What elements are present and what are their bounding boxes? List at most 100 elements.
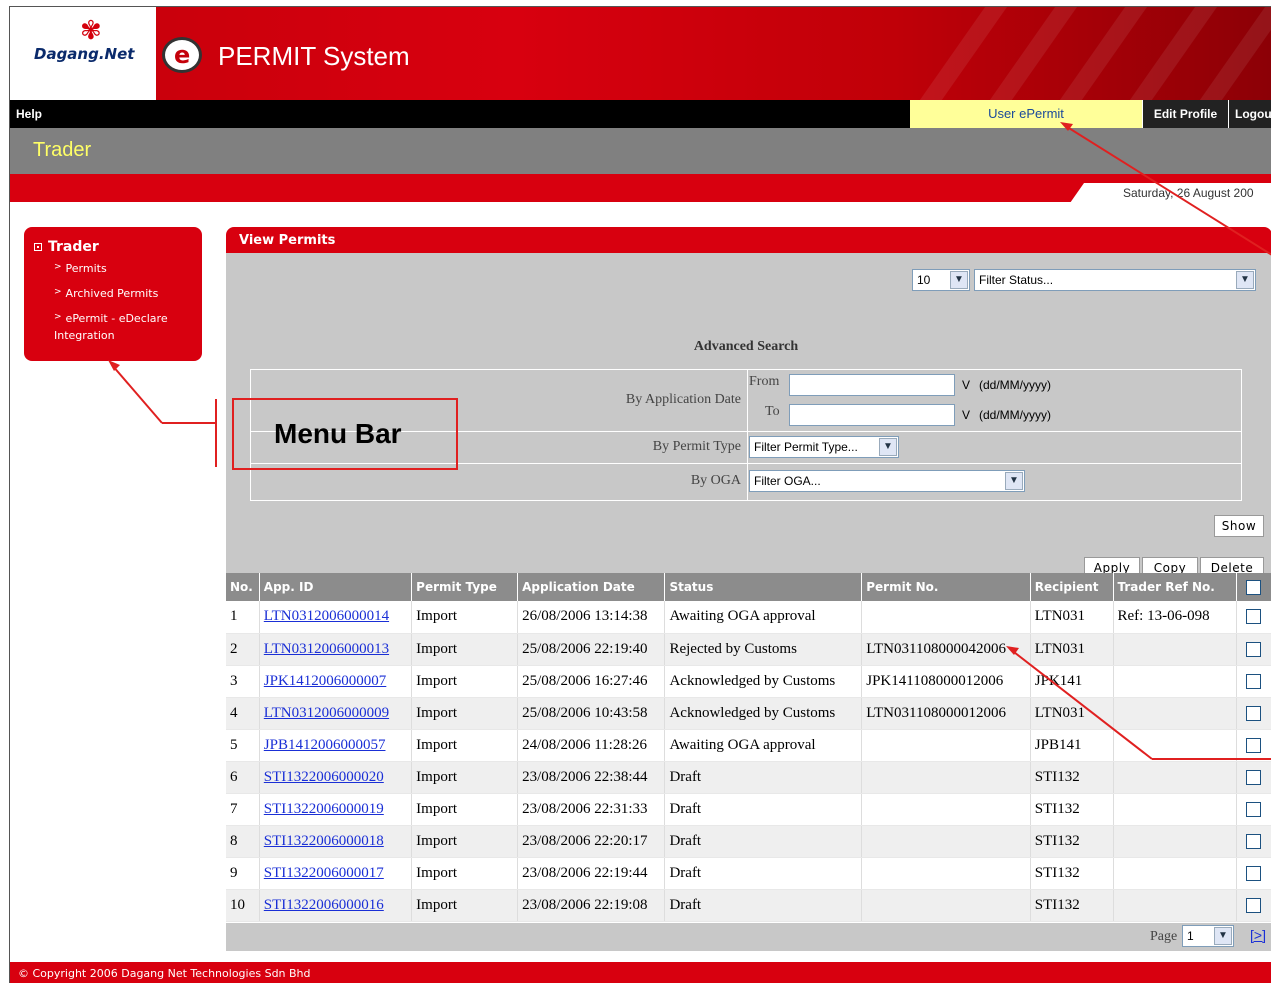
- status-cell: Awaiting OGA approval: [664, 729, 863, 762]
- row-checkbox[interactable]: [1246, 673, 1262, 689]
- row-checkbox[interactable]: [1246, 609, 1262, 625]
- row-checkbox[interactable]: [1246, 865, 1262, 881]
- column-header[interactable]: App. ID: [259, 573, 413, 601]
- app-id-link[interactable]: LTN0312006000009: [259, 697, 413, 730]
- top-nav-bar: Help User ePermit Edit Profile Logou: [10, 100, 1271, 128]
- row-checkbox[interactable]: [1246, 737, 1262, 753]
- app-id-link[interactable]: STI1322006000017: [259, 857, 413, 890]
- trader-ref-cell: [1113, 825, 1237, 858]
- copyright-text: © Copyright 2006 Dagang Net Technologies…: [18, 967, 311, 980]
- logout-link[interactable]: Logou: [1228, 100, 1271, 128]
- permit-no-cell: [861, 793, 1031, 826]
- panel-title: View Permits: [239, 233, 336, 248]
- from-date-input[interactable]: [789, 374, 955, 396]
- panel-header: View Permits: [226, 227, 1271, 253]
- select-all-header: [1236, 573, 1271, 601]
- e-logo-icon: e: [162, 37, 202, 73]
- row-select-cell: [1236, 665, 1271, 698]
- filter-status-select[interactable]: Filter Status... ▼: [974, 269, 1256, 291]
- row-checkbox[interactable]: [1246, 641, 1262, 657]
- row-checkbox[interactable]: [1246, 833, 1262, 849]
- app-id-link[interactable]: STI1322006000019: [259, 793, 413, 826]
- permit-type-cell: Import: [411, 697, 519, 730]
- app-id-link[interactable]: STI1322006000016: [259, 889, 413, 922]
- column-header[interactable]: Permit No.: [861, 573, 1031, 601]
- column-header[interactable]: Trader Ref No.: [1113, 573, 1237, 601]
- application-date-cell: 25/08/2006 22:19:40: [517, 633, 666, 666]
- advanced-search-title: Advanced Search: [693, 339, 799, 354]
- permit-no-cell: JPK141108000012006: [861, 665, 1031, 698]
- select-all-checkbox[interactable]: [1246, 579, 1262, 595]
- from-date-format: (dd/MM/yyyy): [979, 378, 1051, 392]
- app-id-link[interactable]: LTN0312006000013: [259, 633, 413, 666]
- trader-ref-cell: [1113, 729, 1237, 762]
- sidebar-item-epermit-edeclare[interactable]: > ePermit - eDeclare Integration: [54, 311, 192, 344]
- oga-select[interactable]: Filter OGA... ▼: [749, 470, 1025, 492]
- dropdown-arrow-icon: ▼: [879, 438, 897, 456]
- row-number: 9: [226, 857, 260, 890]
- by-oga-label: By OGA: [690, 473, 741, 488]
- edit-profile-link[interactable]: Edit Profile: [1142, 100, 1228, 128]
- by-application-date-label: By Application Date: [625, 392, 741, 407]
- permit-type-cell: Import: [411, 601, 519, 634]
- next-page-link[interactable]: [>]: [1250, 927, 1266, 943]
- dropdown-arrow-icon: ▼: [1005, 472, 1023, 490]
- to-date-input[interactable]: [789, 404, 955, 426]
- recipient-cell: STI132: [1030, 825, 1114, 858]
- permit-type-cell: Import: [411, 761, 519, 794]
- row-checkbox[interactable]: [1246, 769, 1262, 785]
- permit-no-cell: [861, 857, 1031, 890]
- application-date-cell: 23/08/2006 22:19:44: [517, 857, 666, 890]
- sidebar-item-permits[interactable]: > Permits: [54, 261, 192, 278]
- app-id-link[interactable]: STI1322006000018: [259, 825, 413, 858]
- permit-type-cell: Import: [411, 633, 519, 666]
- app-id-link[interactable]: STI1322006000020: [259, 761, 413, 794]
- permit-no-cell: [861, 729, 1031, 762]
- from-calendar-button[interactable]: V: [959, 375, 973, 395]
- to-label: To: [765, 404, 780, 419]
- row-number: 4: [226, 697, 260, 730]
- app-id-link[interactable]: JPK1412006000007: [259, 665, 413, 698]
- permit-no-cell: [861, 601, 1031, 634]
- to-date-format: (dd/MM/yyyy): [979, 408, 1051, 422]
- table-row: 3 JPK1412006000007 Import 25/08/2006 16:27:…: [226, 665, 1271, 698]
- row-checkbox[interactable]: [1246, 705, 1262, 721]
- sidebar-item-archived-permits[interactable]: > Archived Permits: [54, 286, 192, 303]
- trader-ref-cell: [1113, 761, 1237, 794]
- dropdown-arrow-icon: ▼: [1214, 927, 1232, 945]
- column-header[interactable]: Status: [664, 573, 863, 601]
- row-checkbox[interactable]: [1246, 897, 1262, 913]
- trader-ref-cell: [1113, 697, 1237, 730]
- page-size-select[interactable]: 10 ▼: [912, 269, 970, 291]
- app-id-link[interactable]: LTN0312006000014: [259, 601, 413, 634]
- column-header[interactable]: Permit Type: [411, 573, 519, 601]
- row-number: 3: [226, 665, 260, 698]
- recipient-cell: LTN031: [1030, 601, 1114, 634]
- recipient-cell: JPB141: [1030, 729, 1114, 762]
- row-select-cell: [1236, 793, 1271, 826]
- column-header[interactable]: Application Date: [517, 573, 666, 601]
- column-header[interactable]: Recipient: [1030, 573, 1114, 601]
- show-button[interactable]: Show: [1214, 515, 1264, 537]
- permit-type-select[interactable]: Filter Permit Type... ▼: [749, 436, 899, 458]
- sidebar-bullet-icon: [34, 243, 42, 251]
- current-date: Saturday, 26 August 200: [1123, 186, 1254, 200]
- to-calendar-button[interactable]: V: [959, 405, 973, 425]
- row-select-cell: [1236, 825, 1271, 858]
- application-date-cell: 23/08/2006 22:19:08: [517, 889, 666, 922]
- permit-no-cell: [861, 825, 1031, 858]
- recipient-cell: STI132: [1030, 793, 1114, 826]
- user-epermit-link[interactable]: User ePermit: [910, 100, 1142, 128]
- help-link[interactable]: Help: [16, 107, 42, 121]
- permit-type-cell: Import: [411, 729, 519, 762]
- table-row: 8 STI1322006000018 Import 23/08/2006 22:20:…: [226, 825, 1271, 858]
- permit-type-cell: Import: [411, 857, 519, 890]
- status-cell: Acknowledged by Customs: [664, 697, 863, 730]
- row-checkbox[interactable]: [1246, 801, 1262, 817]
- pagination-bar: Page 1 ▼ [>]: [226, 923, 1271, 951]
- row-number: 7: [226, 793, 260, 826]
- recipient-cell: LTN031: [1030, 633, 1114, 666]
- app-id-link[interactable]: JPB1412006000057: [259, 729, 413, 762]
- table-row: 1 LTN0312006000014 Import 26/08/2006 13:14:…: [226, 601, 1271, 634]
- page-select[interactable]: 1 ▼: [1182, 925, 1234, 947]
